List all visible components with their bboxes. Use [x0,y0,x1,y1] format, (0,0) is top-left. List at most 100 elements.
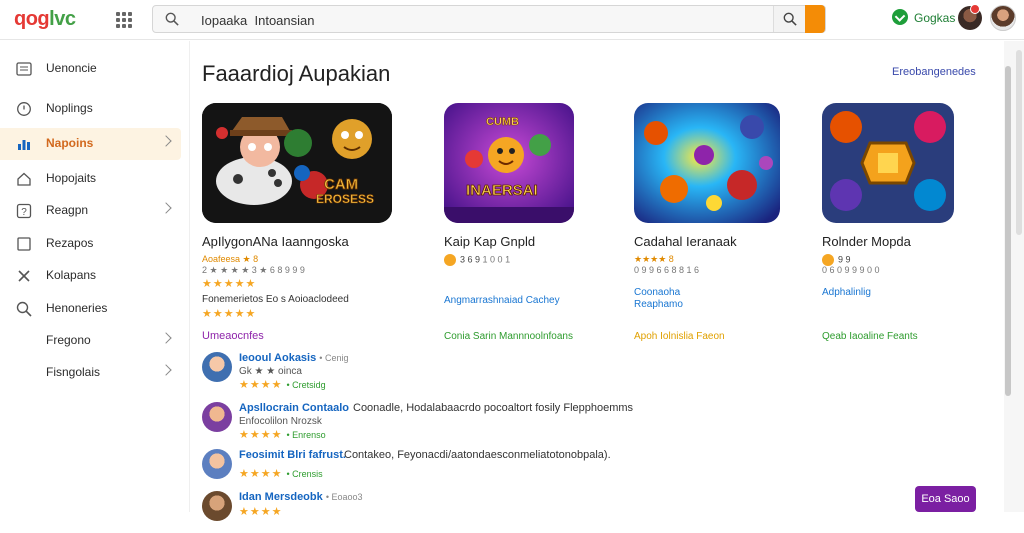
app-title[interactable]: Rolnder Mopda [822,234,911,249]
sidebar-item-uenoncie[interactable]: Uenoncie [0,53,181,85]
page-title: Faaardioj Aupakian [202,61,391,86]
review-text: Coonadle, Hodalabaacrdo pocoaltort fosil… [353,402,634,414]
chevron-right-icon [160,332,172,344]
scrollbar-thumb-secondary[interactable] [1016,50,1022,235]
app-title[interactable]: Cadahal Ieranaak [634,234,737,249]
sidebar-item-napoins[interactable]: Napoins [0,128,181,160]
app-thumbnail[interactable] [634,103,780,223]
rating-stars: ★★★★ • Enrenso [239,429,326,441]
scrollbar-thumb[interactable] [1005,66,1011,396]
app-link[interactable]: Adphalinlig [822,287,871,298]
svg-text:CAM: CAM [324,176,358,193]
sidebar-item-rezapos[interactable]: Rezapos [0,228,181,260]
square-icon [17,237,31,251]
app-card[interactable]: CAM EROSESS ApIlygonANa Iaanngoska Aoafe… [202,103,392,320]
app-rating: Aoafeesa ★ 8 [202,254,259,264]
app-card[interactable]: Cadahal Ieranaak ★★★★ 8 0 9 9 6 6 8 8 1 … [634,103,780,342]
rating-stars: ★★★★ • Crensis [239,468,323,480]
rating-stars: ★★★★★ [202,308,257,320]
search-bar [152,5,826,33]
review-item: Apsllocrain Contaalo Coonadle, Hodalabaa… [202,400,762,444]
see-more-link[interactable]: Ereobangenedes [892,66,976,78]
sidebar-item-noplings[interactable]: Noplings [0,93,181,125]
reviewer-name[interactable]: Feosimit Blri fafrust. [239,449,346,461]
rating-stars: ★★★★★ [202,278,257,290]
svg-text:INAERSAI: INAERSAI [466,182,538,199]
app-thumbnail[interactable] [822,103,954,223]
svg-text:EROSESS: EROSESS [316,192,374,206]
chevron-right-icon [160,364,172,376]
top-bar: qoglvc Gogkas [0,0,1024,40]
reviewer-avatar[interactable] [202,352,232,382]
app-title[interactable]: ApIlygonANa Iaanngoska [202,234,349,249]
sidebar-item-label: Hopojaits [46,171,97,185]
notification-badge [970,4,980,14]
svg-text:?: ? [21,207,27,218]
app-link[interactable]: Qeab Iaoaline Feants [822,331,918,342]
svg-text:CUMB: CUMB [486,116,519,128]
app-link[interactable]: Angmarrashnaiad Cachey [444,295,560,306]
app-meta: 0 9 9 6 6 8 8 1 6 [634,265,700,275]
reviewer-name[interactable]: Apsllocrain Contaalo [239,402,349,414]
game-art-icon [634,103,780,223]
search-icon [16,301,32,317]
status-check-icon [892,9,908,25]
question-icon: ? [16,203,32,219]
sidebar-item-label: Henoneries [46,301,108,315]
main-content: Faaardioj Aupakian Ereobangenedes CAM ER… [192,41,1004,521]
reviewer-avatar[interactable] [202,449,232,479]
app-rating-row: 3 6 9 1 0 0 1 [444,254,510,266]
search-icon [783,12,797,26]
game-art-icon: CAM EROSESS [202,103,392,223]
user-avatar[interactable] [990,5,1016,31]
search-accent[interactable] [805,5,825,33]
rating-stars: ★★★★ • Cretsidg [239,379,326,391]
app-link[interactable]: Coonaoha [634,287,680,298]
reviewer-name[interactable]: Ieooul Aokasis • Cenig [239,352,348,364]
sidebar-item-label: Fregono [46,333,91,347]
clock-icon [17,102,31,116]
chart-icon [18,140,30,150]
sidebar-item-fregono[interactable]: Fregono [0,325,181,357]
search-button[interactable] [773,6,805,32]
floating-action-button[interactable]: Eoa Saoo [915,486,976,512]
review-meta: Gk ★ ★ oinca [239,366,302,377]
app-card[interactable]: CUMB INAERSAI Kaip Kap Gnpld 3 6 9 1 0 0… [444,103,574,342]
sidebar-item-reagpn[interactable]: ? Reagpn [0,195,181,227]
app-thumbnail[interactable]: CAM EROSESS [202,103,392,223]
app-meta: 0 6 0 9 9 9 0 0 [822,265,880,275]
reviewer-avatar[interactable] [202,491,232,521]
review-item: Idan Mersdeobk • Eoaoo3 ★★★★ [202,489,762,533]
home-icon [17,172,31,186]
rating-badge-icon [444,254,456,266]
app-title[interactable]: Kaip Kap Gnpld [444,234,535,249]
apps-grid-icon[interactable] [116,12,132,28]
app-card[interactable]: Rolnder Mopda 9 9 0 6 0 9 9 9 0 0 Adphal… [822,103,954,342]
app-meta: 2 ★ ★ ★ ★ 3 ★ 6 8 9 9 9 [202,265,305,275]
app-logo[interactable]: qoglvc [14,8,76,31]
sidebar-item-hopojaits[interactable]: Hopojaits [0,163,181,195]
tools-icon [18,270,30,282]
app-thumbnail[interactable]: CUMB INAERSAI [444,103,574,223]
reviewer-avatar[interactable] [202,402,232,432]
app-description: Fonemerietos Eo s Aoioaclodeed [202,294,349,305]
review-meta: Enfocolilon Nrozsk [239,416,322,427]
sidebar-item-kolapans[interactable]: Kolapans [0,260,181,292]
sidebar-item-label: Noplings [46,101,93,115]
app-rating: ★★★★ 8 [634,254,674,264]
app-link[interactable]: Conia Sarin Mannnoolnfoans [444,331,573,342]
app-link[interactable]: Apoh Iolnislia Faeon [634,331,725,342]
user-label[interactable]: Gogkas [914,11,955,25]
app-link[interactable]: Reaphamo [634,299,683,310]
game-art-icon: CUMB INAERSAI [444,103,574,223]
reviews-heading: Umeaocnfes [202,330,264,342]
sidebar-item-fisngolais[interactable]: Fisngolais [0,357,181,389]
search-icon [165,12,179,26]
search-input[interactable] [201,10,761,30]
sidebar: Uenoncie Noplings Napoins Hopojaits ? Re… [0,41,190,512]
sidebar-item-henoneries[interactable]: Henoneries [0,293,181,325]
review-item: Ieooul Aokasis • Cenig Gk ★ ★ oinca ★★★★… [202,350,762,394]
sidebar-item-label: Napoins [46,136,94,150]
game-art-icon [822,103,954,223]
reviewer-name[interactable]: Idan Mersdeobk • Eoaoo3 [239,491,363,503]
